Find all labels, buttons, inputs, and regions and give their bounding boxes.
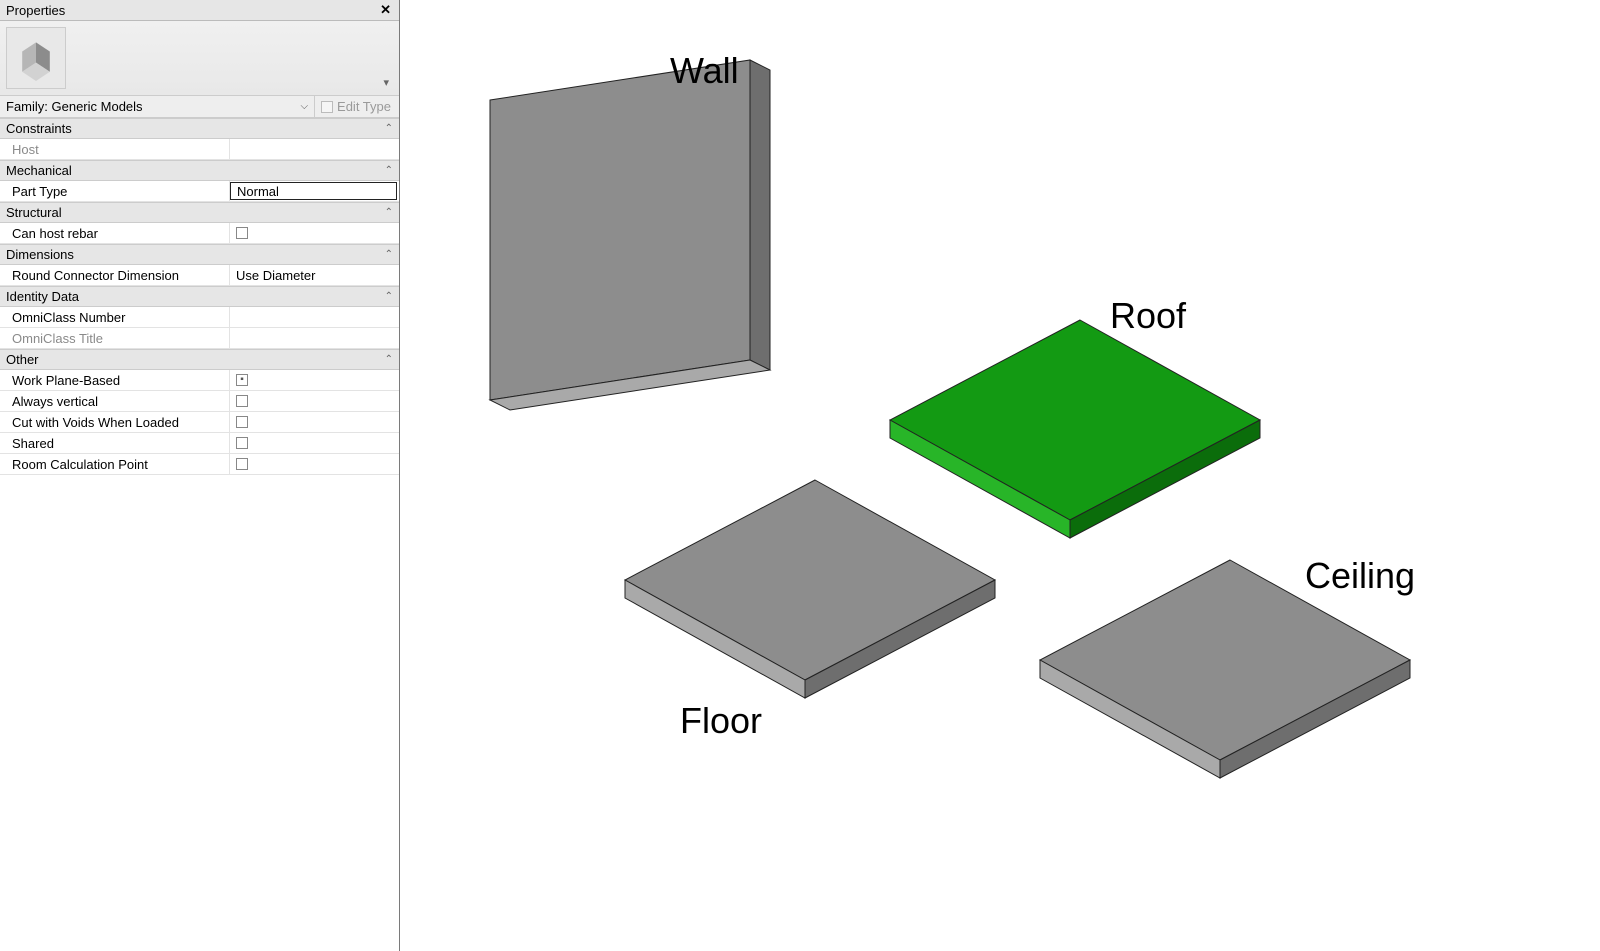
floor-label: Floor — [680, 700, 762, 742]
collapse-icon[interactable]: ⌃ — [385, 249, 393, 260]
model-viewport[interactable]: Wall Roof Floor Ceiling — [400, 0, 1600, 951]
type-selector[interactable]: ▾ — [0, 21, 399, 96]
prop-room-calculation-point: Room Calculation Point — [0, 454, 399, 475]
group-mechanical-title: Mechanical — [6, 163, 72, 178]
prop-cvw-label: Cut with Voids When Loaded — [0, 412, 230, 432]
prop-rcd-label: Round Connector Dimension — [0, 265, 230, 285]
prop-can-host-rebar-value[interactable] — [230, 223, 399, 243]
family-thumbnail — [6, 27, 66, 89]
collapse-icon[interactable]: ⌃ — [385, 165, 393, 176]
chevron-down-icon: ⌵ — [300, 101, 308, 112]
prop-cvw-value[interactable] — [230, 412, 399, 432]
ceiling-shape[interactable] — [1040, 560, 1440, 820]
group-other-title: Other — [6, 352, 39, 367]
edit-type-icon — [321, 101, 333, 113]
group-other[interactable]: Other ⌃ — [0, 349, 399, 370]
prop-can-host-rebar: Can host rebar — [0, 223, 399, 244]
prop-omni-num-value[interactable] — [230, 307, 399, 327]
edit-type-label: Edit Type — [337, 99, 391, 114]
checkbox[interactable] — [236, 437, 248, 449]
group-mechanical[interactable]: Mechanical ⌃ — [0, 160, 399, 181]
panel-title: Properties — [6, 3, 65, 18]
group-identity-data[interactable]: Identity Data ⌃ — [0, 286, 399, 307]
prop-rcd-value[interactable]: Use Diameter — [230, 265, 399, 285]
collapse-icon[interactable]: ⌃ — [385, 207, 393, 218]
group-constraints[interactable]: Constraints ⌃ — [0, 118, 399, 139]
prop-omniclass-title: OmniClass Title — [0, 328, 399, 349]
prop-host-value — [230, 139, 399, 159]
prop-shared-value[interactable] — [230, 433, 399, 453]
family-label: Family: Generic Models — [6, 99, 143, 114]
group-dimensions-title: Dimensions — [6, 247, 74, 262]
prop-rcp-label: Room Calculation Point — [0, 454, 230, 474]
type-selector-caret[interactable]: ▾ — [383, 76, 399, 95]
prop-can-host-rebar-label: Can host rebar — [0, 223, 230, 243]
checkbox[interactable] — [236, 416, 248, 428]
prop-part-type: Part Type Normal — [0, 181, 399, 202]
wall-label: Wall — [670, 50, 739, 92]
properties-list[interactable]: Constraints ⌃ Host Mechanical ⌃ Part Typ… — [0, 118, 399, 951]
group-structural-title: Structural — [6, 205, 62, 220]
group-identity-title: Identity Data — [6, 289, 79, 304]
collapse-icon[interactable]: ⌃ — [385, 354, 393, 365]
group-dimensions[interactable]: Dimensions ⌃ — [0, 244, 399, 265]
panel-header: Properties ✕ — [0, 0, 399, 21]
prop-omni-title-label: OmniClass Title — [0, 328, 230, 348]
prop-av-label: Always vertical — [0, 391, 230, 411]
prop-part-type-value[interactable]: Normal — [230, 182, 397, 200]
group-constraints-title: Constraints — [6, 121, 72, 136]
checkbox[interactable] — [236, 395, 248, 407]
prop-part-type-label: Part Type — [0, 181, 230, 201]
prop-round-connector-dimension: Round Connector Dimension Use Diameter — [0, 265, 399, 286]
prop-shared-label: Shared — [0, 433, 230, 453]
prop-av-value[interactable] — [230, 391, 399, 411]
collapse-icon[interactable]: ⌃ — [385, 291, 393, 302]
wall-shape[interactable] — [470, 60, 830, 480]
prop-cut-with-voids: Cut with Voids When Loaded — [0, 412, 399, 433]
panel-close-button[interactable]: ✕ — [376, 2, 395, 18]
checkbox[interactable]: ▪ — [236, 374, 248, 386]
prop-host-label: Host — [0, 139, 230, 159]
edit-type-button[interactable]: Edit Type — [315, 96, 399, 117]
group-structural[interactable]: Structural ⌃ — [0, 202, 399, 223]
prop-host: Host — [0, 139, 399, 160]
prop-wpb-label: Work Plane-Based — [0, 370, 230, 390]
family-dropdown[interactable]: Family: Generic Models ⌵ — [0, 96, 315, 117]
prop-rcp-value[interactable] — [230, 454, 399, 474]
prop-omni-num-label: OmniClass Number — [0, 307, 230, 327]
prop-always-vertical: Always vertical — [0, 391, 399, 412]
collapse-icon[interactable]: ⌃ — [385, 123, 393, 134]
ceiling-label: Ceiling — [1305, 555, 1415, 597]
checkbox[interactable] — [236, 227, 248, 239]
roof-label: Roof — [1110, 295, 1186, 337]
prop-omniclass-number: OmniClass Number — [0, 307, 399, 328]
prop-shared: Shared — [0, 433, 399, 454]
prop-work-plane-based: Work Plane-Based ▪ — [0, 370, 399, 391]
prop-wpb-value[interactable]: ▪ — [230, 370, 399, 390]
prop-omni-title-value — [230, 328, 399, 348]
checkbox[interactable] — [236, 458, 248, 470]
properties-panel: Properties ✕ ▾ Family: Generic Models ⌵ — [0, 0, 400, 951]
